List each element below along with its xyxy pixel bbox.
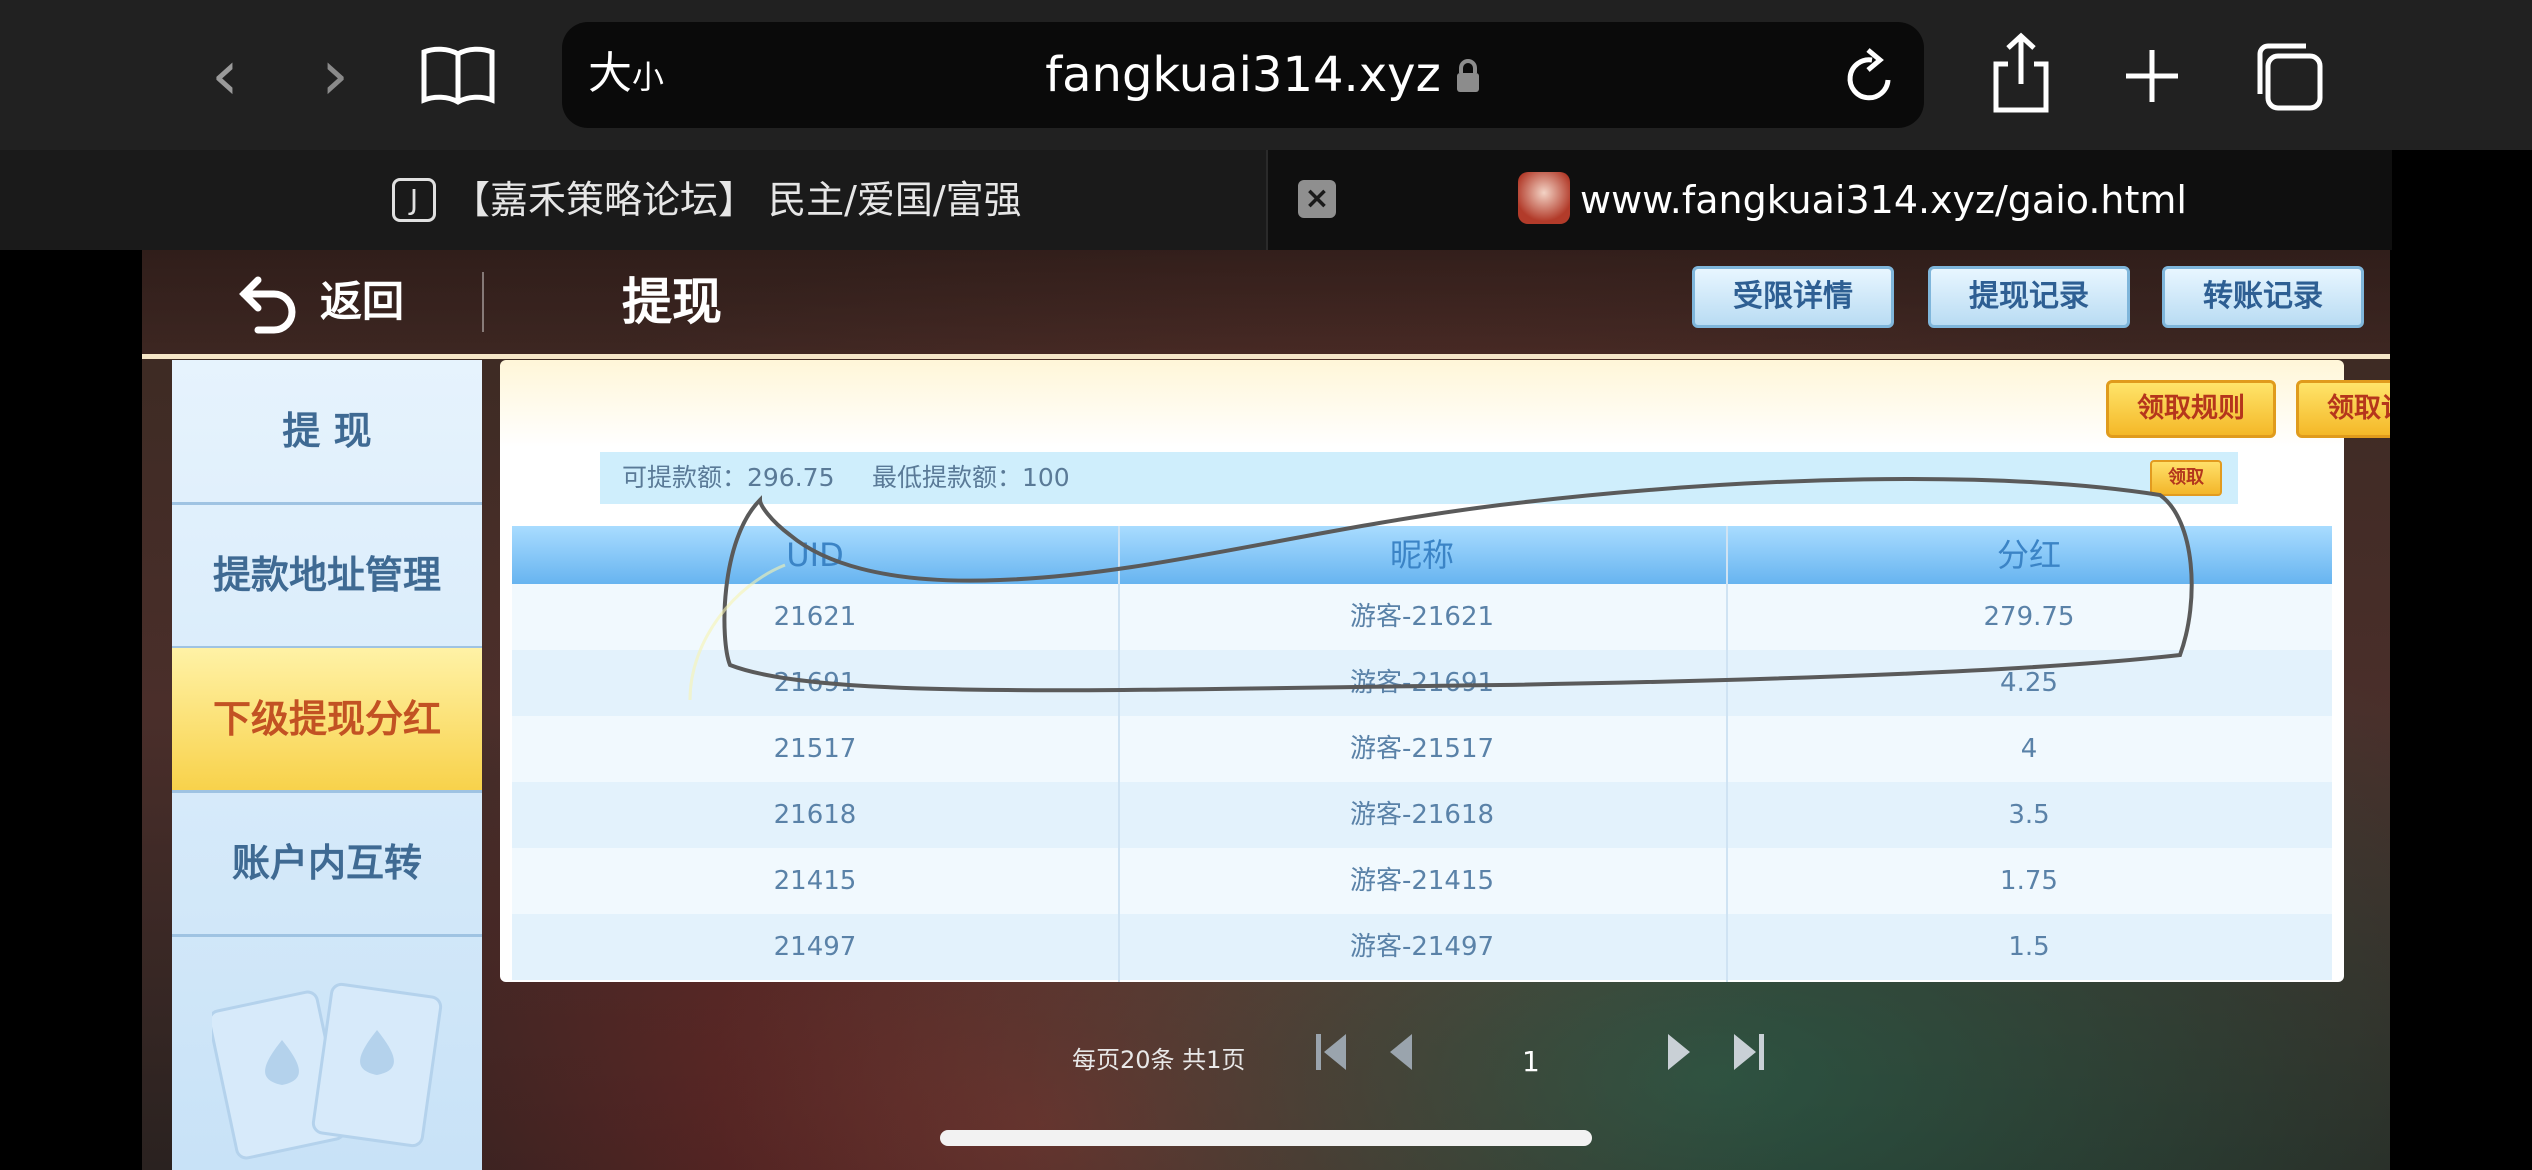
forward-chevron-icon[interactable]: › [300,0,370,150]
tab-title: 【嘉禾策略论坛】 民主/爱国/富强 [452,178,1022,222]
lock-icon [1457,59,1479,92]
cell-uid: 21497 [773,932,857,962]
bookmarks-book-icon[interactable] [420,44,496,106]
first-page-icon[interactable] [1312,1028,1352,1076]
current-page-number: 1 [1522,1045,1540,1078]
tab-favicon-icon: J [392,178,436,222]
return-arrow-icon [239,276,296,334]
cell-nickname: 游客-21618 [1349,800,1495,830]
pager-summary: 每页20条 共1页 [1072,1046,1246,1074]
cell-dividend: 1.75 [2000,866,2058,896]
last-page-icon[interactable] [1728,1028,1768,1076]
available-amount: 可提款额：296.75 [622,463,835,492]
new-tab-plus-icon[interactable] [2124,48,2180,104]
header-divider [482,272,484,332]
column-header-dividend: 分红 [1996,536,2061,574]
column-header-uid: UID [786,536,844,574]
table-row: 21691 游客-21691 4.25 [512,650,2332,716]
cell-dividend: 4 [2020,734,2038,764]
transfer-records-button[interactable]: 转账记录 [2162,266,2364,328]
cell-uid: 21621 [773,602,857,632]
page-header: 返回 提现 受限详情 提现记录 转账记录 [142,250,2390,359]
site-favicon-icon [1518,172,1570,224]
sidebar-item-withdraw[interactable]: 提 现 [172,360,482,505]
cell-nickname: 游客-21621 [1349,602,1495,632]
claim-button[interactable]: 领取 [2150,460,2222,496]
tab-title: www.fangkuai314.xyz/gaio.html [1580,178,2187,222]
restriction-details-button[interactable]: 受限详情 [1692,266,1894,328]
page-title: 提现 [622,273,722,331]
tab-close-icon[interactable]: × [1298,180,1336,218]
playing-cards-decoration-icon [212,982,443,1160]
back-label: 返回 [320,277,405,326]
url-text: fangkuai314.xyz [1045,47,1441,103]
table-row: 21517 游客-21517 4 [512,716,2332,782]
column-divider [1726,526,1728,982]
cell-nickname: 游客-21517 [1349,734,1495,764]
cell-uid: 21517 [773,734,857,764]
minimum-amount: 最低提款额：100 [872,463,1070,492]
dividend-panel: 领取规则 领取记录 可提款额：296.75 最低提款额：100 领取 UID 昵… [500,360,2390,982]
claim-records-button[interactable]: 领取记录 [2296,380,2390,438]
previous-page-icon[interactable] [1382,1028,1422,1076]
sidebar-item-subordinate-dividend[interactable]: 下级提现分红 [172,648,482,793]
text-size-small: 小 [632,58,665,96]
game-page: 返回 提现 受限详情 提现记录 转账记录 提 现 提款地址管理 下级提现分红 账… [142,250,2390,1170]
cell-uid: 21618 [773,800,857,830]
tab-forum[interactable]: J 【嘉禾策略论坛】 民主/爱国/富强 [0,150,1266,250]
tab-current[interactable]: × www.fangkuai314.xyz/gaio.html [1266,150,2392,250]
cell-nickname: 游客-21497 [1349,932,1495,962]
column-header-nickname: 昵称 [1389,536,1454,574]
sidebar-item-address-management[interactable]: 提款地址管理 [172,504,482,649]
cell-nickname: 游客-21415 [1349,866,1495,896]
cell-uid: 21415 [773,866,857,896]
balance-info-bar: 可提款额：296.75 最低提款额：100 领取 [600,452,2238,504]
cell-uid: 21691 [773,668,857,698]
cell-nickname: 游客-21691 [1349,668,1495,698]
next-page-icon[interactable] [1658,1028,1698,1076]
cell-dividend: 3.5 [2008,800,2050,830]
table-row: 21497 游客-21497 1.5 [512,914,2332,980]
back-chevron-icon[interactable]: ‹ [190,0,260,150]
table-header: UID 昵称 分红 [512,526,2332,584]
column-divider [1118,526,1120,982]
table-row: 21621 游客-21621 279.75 [512,584,2332,650]
withdrawal-records-button[interactable]: 提现记录 [1928,266,2130,328]
browser-toolbar: ‹ › fangkuai314.xyz 大小 [0,0,2532,150]
cell-dividend: 1.5 [2008,932,2050,962]
table-row: 21618 游客-21618 3.5 [512,782,2332,848]
table-row: 21415 游客-21415 1.75 [512,848,2332,914]
cell-dividend: 4.25 [2000,668,2058,698]
share-icon[interactable] [1990,30,2052,114]
text-size-button[interactable]: 大小 [588,44,664,107]
tabs-overview-icon[interactable] [2252,40,2324,112]
sidebar: 提 现 提款地址管理 下级提现分红 账户内互转 [172,360,482,1170]
address-bar[interactable]: fangkuai314.xyz [562,22,1924,128]
cell-dividend: 279.75 [1983,602,2075,632]
text-size-large: 大 [588,48,632,99]
sidebar-item-internal-transfer[interactable]: 账户内互转 [172,792,482,937]
home-indicator[interactable] [940,1130,1592,1146]
reload-icon[interactable] [1842,46,1898,106]
claim-rules-button[interactable]: 领取规则 [2106,380,2276,438]
